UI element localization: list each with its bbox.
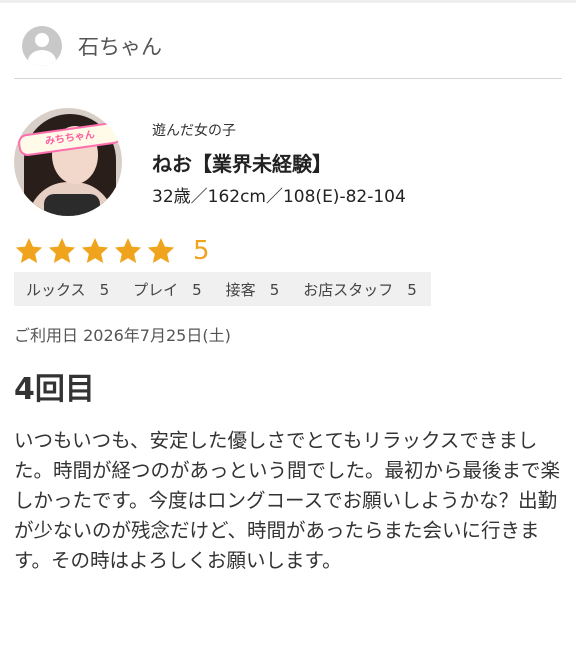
visit-date: ご利用日 2026年7月25日(土) xyxy=(14,326,231,345)
reviewer-header: 石ちゃん xyxy=(14,14,562,79)
girl-name[interactable]: ねお【業界未経験】 xyxy=(152,148,332,177)
overall-rating: 5 xyxy=(14,234,210,268)
subrating-value: 5 xyxy=(99,280,110,299)
subrating-service: 接客 5 xyxy=(226,279,280,300)
subrating-value: 5 xyxy=(192,280,202,299)
sub-ratings: ルックス 5 プレイ 5 接客 5 お店スタッフ 5 xyxy=(14,272,431,306)
star-icon xyxy=(14,236,44,266)
subrating-value: 5 xyxy=(269,280,280,299)
user-avatar-icon xyxy=(22,26,62,66)
girl-stats: 32歳／162cm／108(E)-82-104 xyxy=(152,187,406,207)
subrating-staff: お店スタッフ 5 xyxy=(303,279,417,300)
girl-caption: 遊んだ女の子 xyxy=(152,123,236,139)
subrating-label: プレイ xyxy=(133,280,179,299)
review-title: 4回目 xyxy=(14,372,95,407)
subrating-label: お店スタッフ xyxy=(303,280,394,299)
subrating-value: 5 xyxy=(407,280,417,299)
star-icon xyxy=(146,236,176,266)
star-icon xyxy=(80,236,110,266)
subrating-play: プレイ 5 xyxy=(133,279,202,300)
girl-photo[interactable]: みちちゃん xyxy=(14,108,122,216)
reviewer-name: 石ちゃん xyxy=(78,35,162,59)
review-body: いつもいつも、安定した優しさでとてもリラックスできました。時間が経つのがあっとい… xyxy=(14,429,561,572)
rating-value: 5 xyxy=(193,236,210,266)
subrating-looks: ルックス 5 xyxy=(26,279,109,300)
top-divider xyxy=(0,0,576,3)
girl-profile: みちちゃん 遊んだ女の子 ねお【業界未経験】 32歳／162cm／108(E)-… xyxy=(14,108,562,218)
star-icon xyxy=(47,236,77,266)
subrating-label: 接客 xyxy=(225,280,256,299)
subrating-label: ルックス xyxy=(26,280,86,299)
star-icon xyxy=(113,236,143,266)
